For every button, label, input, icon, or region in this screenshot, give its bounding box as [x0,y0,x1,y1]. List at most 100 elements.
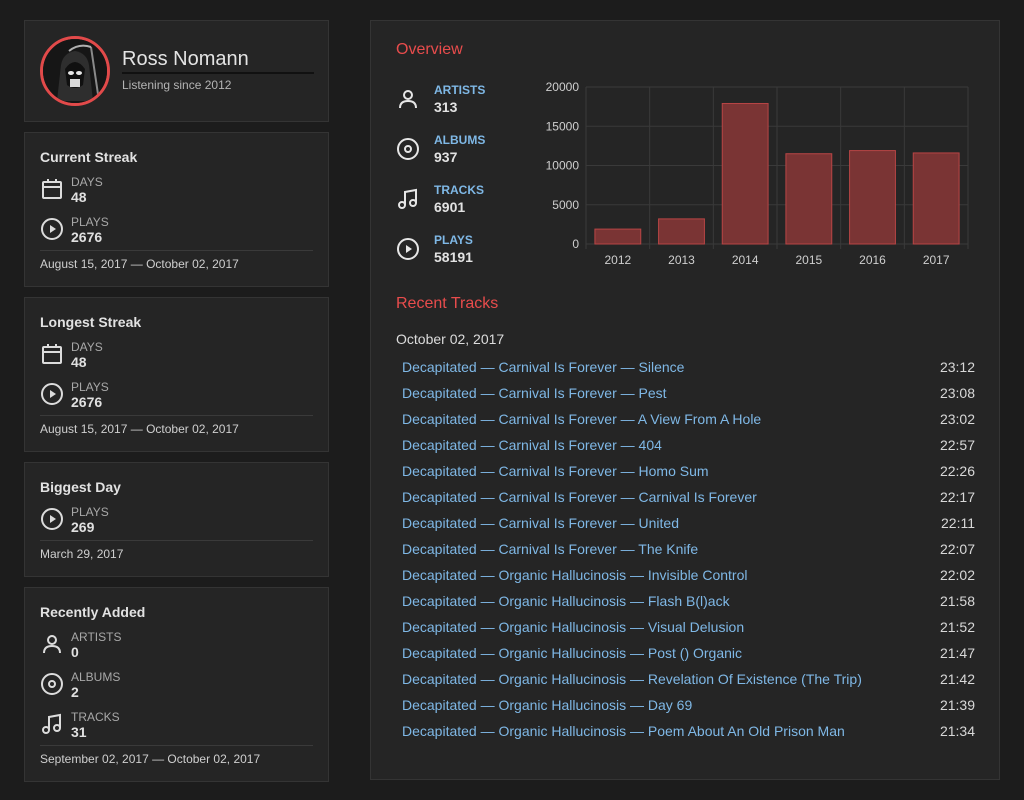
card-title: Biggest Day [40,479,121,495]
track-time: 22:07 [939,541,975,557]
track-link[interactable]: Decapitated — Organic Hallucinosis — Fla… [402,593,730,609]
recently-added-card: Recently Added ARTISTS 0 ALBUMS 2 TRACKS… [24,587,329,782]
longest-streak-card: Longest Streak DAYS 48 PLAYS 2676 August… [24,297,329,452]
track-link[interactable]: Decapitated — Carnival Is Forever — Carn… [402,489,757,505]
track-link[interactable]: Decapitated — Organic Hallucinosis — Rev… [402,671,862,687]
play-circle-icon [40,217,64,241]
track-row: Decapitated — Organic Hallucinosis — Fla… [402,591,975,617]
stat-label: ARTISTS [71,630,122,644]
card-title: Current Streak [40,149,138,165]
overview-value: 58191 [434,249,473,265]
biggest-day-card: Biggest Day PLAYS 269 March 29, 2017 [24,462,329,577]
track-row: Decapitated — Carnival Is Forever — Sile… [402,357,975,383]
track-link[interactable]: Decapitated — Carnival Is Forever — Unit… [402,515,679,531]
stat-label: PLAYS [71,215,109,229]
x-tick-label: 2013 [668,253,695,267]
track-row: Decapitated — Organic Hallucinosis — Poe… [402,721,975,747]
x-tick-label: 2012 [604,253,631,267]
divider [40,250,313,251]
overview-value: 6901 [434,199,466,215]
streak-range: August 15, 2017 — October 02, 2017 [40,422,239,436]
stat-label: TRACKS [71,710,120,724]
overview-label: TRACKS [434,183,484,197]
divider [40,540,313,541]
overview-label: PLAYS [434,233,473,247]
track-time: 23:08 [939,385,975,401]
listening-since: Listening since 2012 [122,78,232,92]
track-time: 22:57 [939,437,975,453]
play-circle-icon [40,382,64,406]
track-time: 23:12 [939,359,975,375]
disc-icon [396,137,420,161]
person-icon [396,87,420,111]
plays-per-year-chart: 0 5000 10000 15000 20000 2012 2013 2014 2015 2016… [546,81,969,267]
overview-title: Overview [396,41,463,58]
track-row: Decapitated — Carnival Is Forever — Pest… [402,383,975,409]
person-icon [40,632,64,656]
track-row: Decapitated — Carnival Is Forever — Carn… [402,487,975,513]
y-tick-label: 20000 [546,81,580,94]
bar-2014 [721,102,769,245]
added-range: September 02, 2017 — October 02, 2017 [40,752,261,766]
track-link[interactable]: Decapitated — Carnival Is Forever — Pest [402,385,667,401]
bar-2012 [594,228,642,245]
track-time: 21:42 [939,671,975,687]
stat-value: 2 [71,684,79,700]
disc-icon [40,672,64,696]
track-time: 22:26 [939,463,975,479]
track-link[interactable]: Decapitated — Carnival Is Forever — Homo… [402,463,709,479]
stat-value: 269 [71,519,95,535]
track-link[interactable]: Decapitated — Carnival Is Forever — The … [402,541,698,557]
x-tick-label: 2016 [859,253,886,267]
track-link[interactable]: Decapitated — Organic Hallucinosis — Poe… [402,723,845,739]
track-time: 23:02 [939,411,975,427]
track-link[interactable]: Decapitated — Carnival Is Forever — A Vi… [402,411,761,427]
music-note-icon [396,187,420,211]
track-row: Decapitated — Organic Hallucinosis — Inv… [402,565,975,591]
track-row: Decapitated — Organic Hallucinosis — Day… [402,695,975,721]
track-link[interactable]: Decapitated — Carnival Is Forever — 404 [402,437,662,453]
card-title: Longest Streak [40,314,142,330]
avatar[interactable] [40,36,110,106]
card-title: Recently Added [40,604,146,620]
stat-value: 2676 [71,229,103,245]
x-tick-label: 2014 [732,253,759,267]
stat-label: PLAYS [71,380,109,394]
bar-2016 [849,150,896,245]
calendar-icon [40,342,64,366]
overview-label: ALBUMS [434,133,486,147]
y-tick-label: 15000 [546,119,580,133]
track-row: Decapitated — Organic Hallucinosis — Pos… [402,643,975,669]
track-time: 22:17 [939,489,975,505]
divider [40,415,313,416]
track-link[interactable]: Decapitated — Organic Hallucinosis — Vis… [402,619,744,635]
y-tick-label: 5000 [552,198,579,212]
track-row: Decapitated — Carnival Is Forever — The … [402,539,975,565]
x-tick-label: 2017 [923,253,950,267]
stat-label: PLAYS [71,505,109,519]
divider [40,745,313,746]
track-row: Decapitated — Organic Hallucinosis — Rev… [402,669,975,695]
recent-tracks-title: Recent Tracks [396,295,499,312]
bar-2015 [785,153,833,245]
overview-value: 937 [434,149,458,165]
track-link[interactable]: Decapitated — Carnival Is Forever — Sile… [402,359,684,375]
current-streak-card: Current Streak DAYS 48 PLAYS 2676 August… [24,132,329,287]
stat-label: ALBUMS [71,670,121,684]
stat-value: 31 [71,724,87,740]
track-link[interactable]: Decapitated — Organic Hallucinosis — Day… [402,697,692,713]
track-link[interactable]: Decapitated — Organic Hallucinosis — Inv… [402,567,747,583]
track-row: Decapitated — Carnival Is Forever — Unit… [402,513,975,539]
track-row: Decapitated — Carnival Is Forever — A Vi… [402,409,975,435]
track-time: 21:58 [939,593,975,609]
x-tick-label: 2015 [795,253,822,267]
track-time: 21:34 [939,723,975,739]
track-time: 22:02 [939,567,975,583]
calendar-icon [40,177,64,201]
bar-2013 [658,218,705,245]
main-panel: Overview ARTISTS 313 ALBUMS 937 TRACKS 6… [370,20,1000,780]
stat-value: 2676 [71,394,103,410]
biggest-day-date: March 29, 2017 [40,547,124,561]
track-link[interactable]: Decapitated — Organic Hallucinosis — Pos… [402,645,742,661]
music-note-icon [40,712,64,736]
